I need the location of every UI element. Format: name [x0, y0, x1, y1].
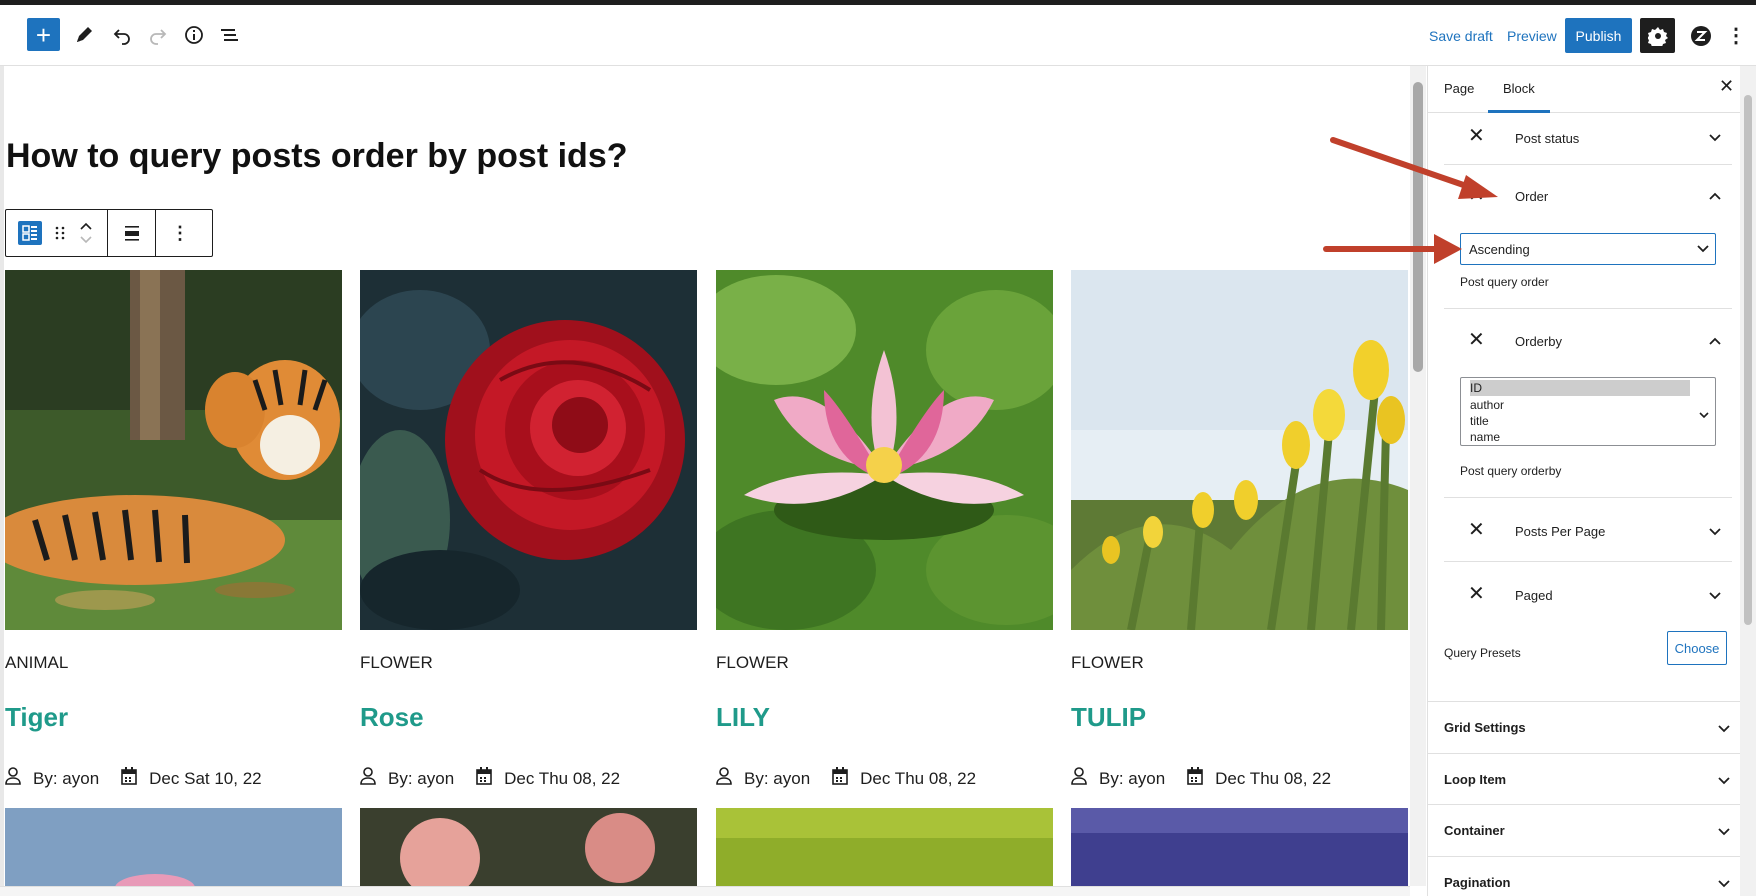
- arrow-to-order-select: [1323, 234, 1462, 264]
- arrow-to-order-label: [1330, 137, 1498, 199]
- annotation-arrows: [1323, 137, 1498, 264]
